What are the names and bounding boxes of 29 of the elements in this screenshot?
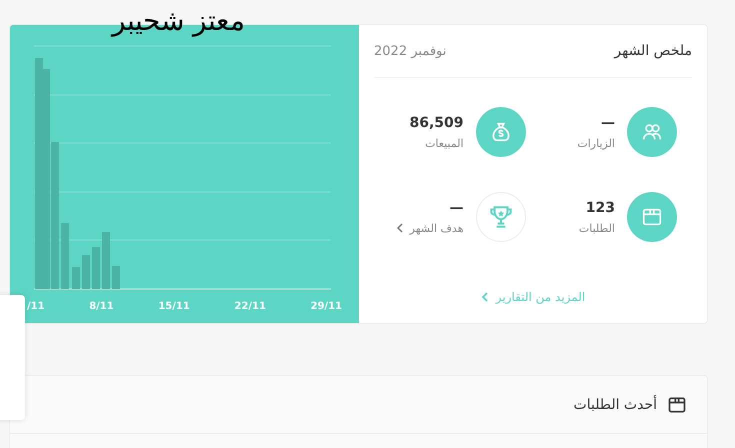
chart-bar <box>102 232 110 289</box>
card-title: ملخص الشهر <box>614 43 692 59</box>
chart-bar <box>61 223 69 289</box>
axis-label: 22/11 <box>234 301 266 312</box>
stat-value: — <box>600 114 615 130</box>
chart-bar <box>92 247 100 289</box>
stat-label: المبيعات <box>424 136 464 150</box>
trophy-icon <box>488 204 514 230</box>
axis-label: 15/11 <box>158 301 190 312</box>
axis-label: 29/11 <box>310 301 342 312</box>
chart-bar <box>72 267 80 289</box>
stat-label: الزيارات <box>577 136 615 150</box>
box-icon <box>667 394 687 414</box>
stat-value: 86,509 <box>409 114 464 130</box>
money-bag-icon <box>490 121 512 143</box>
more-reports-link[interactable]: المزيد من التقارير <box>480 290 586 304</box>
chevron-icon <box>396 223 404 233</box>
axis-label: 8/11 <box>89 301 114 312</box>
stat-label: الطلبات <box>578 222 615 234</box>
axis-label: /11 <box>27 301 45 312</box>
chart-bar <box>112 266 120 289</box>
stat-value: — <box>448 200 464 216</box>
card-title: أحدث الطلبات <box>574 396 657 412</box>
period-label: نوفمبر 2022 <box>374 44 446 58</box>
chart-bar <box>82 255 90 289</box>
box-icon <box>641 206 663 228</box>
chevron-icon <box>480 292 489 302</box>
stat-value: 123 <box>584 200 615 216</box>
goal-link[interactable]: هدف الشهر <box>396 222 464 234</box>
